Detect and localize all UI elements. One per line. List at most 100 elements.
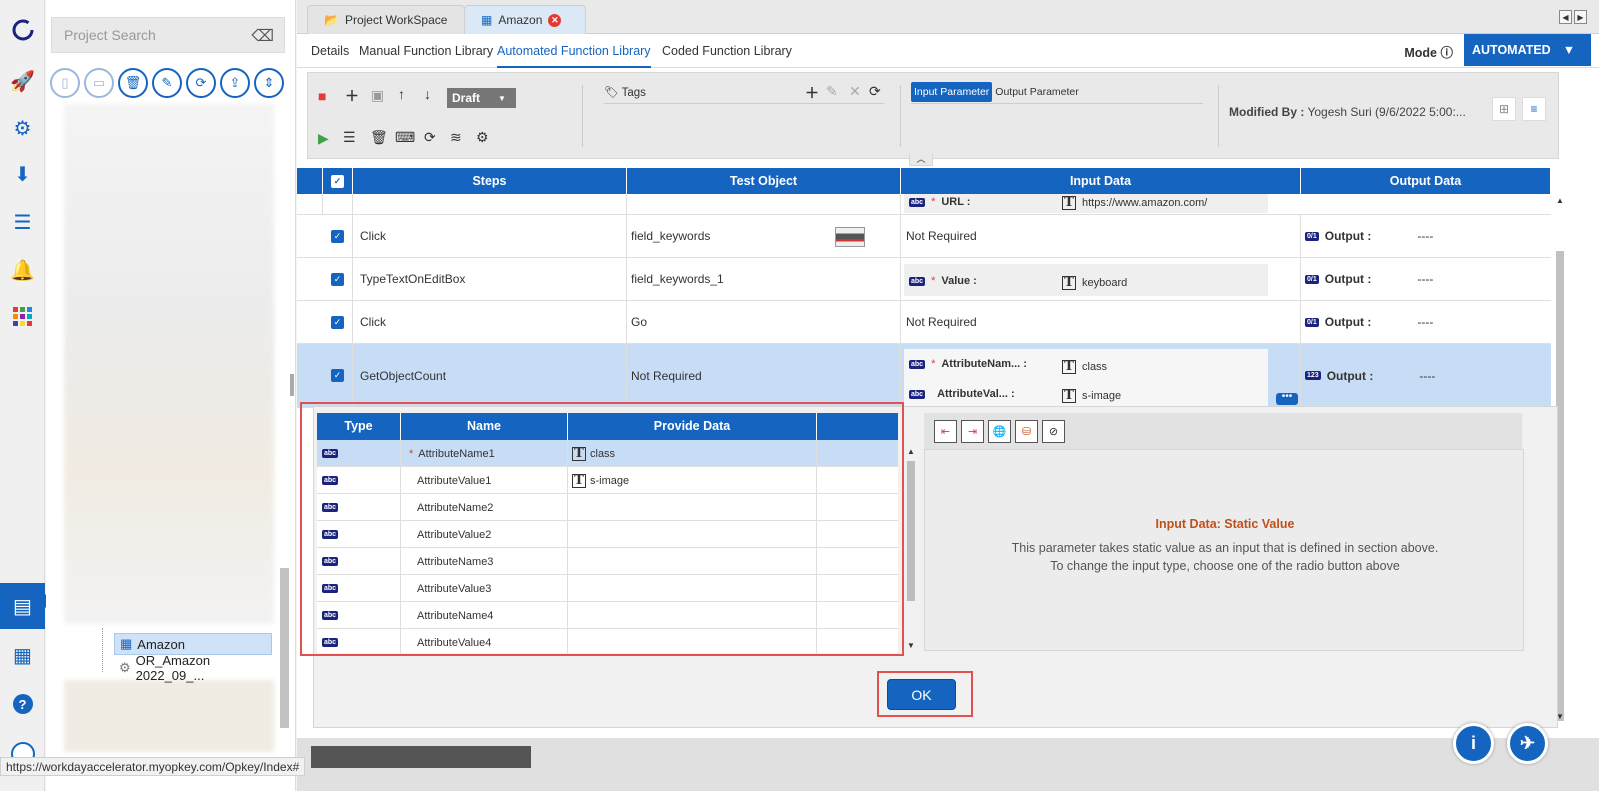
scroll-down-icon[interactable]: ▼ — [907, 641, 915, 650]
tab-coded-function-library[interactable]: Coded Function Library — [662, 34, 792, 68]
scroll-up-icon[interactable]: ▲ — [1556, 196, 1564, 205]
eraser-icon[interactable]: ⌫ — [251, 26, 274, 46]
previous-output-icon[interactable]: ⇥ — [961, 419, 984, 443]
toolbar-divider — [900, 85, 901, 147]
header-steps: Steps — [353, 168, 627, 194]
record-icon[interactable]: ■ — [318, 88, 326, 104]
header-select-all[interactable]: ✓ — [323, 168, 353, 194]
mode-dropdown[interactable]: AUTOMATED ▼ — [1464, 34, 1591, 66]
tab-amazon[interactable]: ▦ Amazon ✕ — [464, 5, 586, 34]
select-all-checkbox[interactable]: ✓ — [331, 174, 344, 188]
gears-icon[interactable]: ⚙ — [0, 110, 45, 146]
value-field[interactable]: T keyboard — [1062, 276, 1127, 290]
keyword-panel-icon[interactable]: ≡ — [1522, 97, 1546, 121]
add-tag-icon[interactable]: ＋ — [805, 83, 819, 103]
global-variable-icon[interactable]: 🌐 — [988, 419, 1011, 443]
refresh-icon[interactable]: ⟳ — [186, 68, 216, 98]
table-row[interactable]: ✓ Click Go Not Required 0/1 Output : ---… — [297, 301, 1551, 344]
modified-by-label: Modified By : — [1229, 105, 1305, 119]
table-row-selected[interactable]: ✓ GetObjectCount Not Required abc * Attr… — [297, 344, 1551, 408]
refresh-icon[interactable]: ⟳ — [424, 129, 436, 146]
layers-icon[interactable]: ≋ — [450, 129, 462, 146]
scrollbar-thumb[interactable] — [280, 568, 289, 728]
attribute-name-value[interactable]: T class — [1062, 360, 1107, 374]
move-down-icon[interactable]: ↓ — [424, 86, 431, 102]
table-row[interactable]: ✓ Click field_keywords Not Required 0/1 … — [297, 215, 1551, 258]
splitter-handle[interactable] — [290, 374, 294, 396]
abc-type-icon: abc — [909, 197, 926, 207]
parameter-table-scrollbar[interactable]: ▲ ▼ — [905, 447, 917, 655]
more-options-icon[interactable]: ••• — [1276, 392, 1298, 405]
list-icon[interactable]: ☰ — [0, 204, 45, 240]
delete-icon[interactable]: 🗑 — [370, 129, 388, 146]
attribute-value-value[interactable]: T s-image — [1062, 389, 1121, 403]
add-icon[interactable]: ＋ — [345, 86, 359, 106]
tree-item-amazon[interactable]: ▦ Amazon — [114, 633, 272, 655]
header-input-data: Input Data — [901, 168, 1301, 194]
tab-details[interactable]: Details — [311, 34, 349, 68]
edit-icon[interactable]: ✎ — [152, 68, 182, 98]
tab-output-parameter[interactable]: Output Parameter — [992, 82, 1081, 102]
project-search-input[interactable]: Project Search ⌫ — [51, 17, 285, 53]
list-view-icon[interactable]: ☰ — [343, 129, 356, 146]
data-repository-icon[interactable]: ⛁ — [1015, 419, 1038, 443]
download-icon[interactable]: ⬇ — [0, 156, 45, 192]
tab-manual-function-library[interactable]: Manual Function Library — [359, 34, 493, 68]
info-icon[interactable]: ⓘ — [1440, 46, 1453, 60]
project-scrollbar[interactable] — [280, 108, 289, 748]
rocket-icon[interactable]: 🚀 — [0, 63, 45, 99]
save-icon[interactable]: ▣ — [371, 87, 384, 104]
upload-icon[interactable]: ⇪ — [220, 68, 250, 98]
help-icon[interactable]: ? — [0, 686, 45, 722]
status-select[interactable]: Draft ▼ — [447, 88, 516, 108]
tab-scroll-left-icon[interactable]: ◀ — [1559, 10, 1572, 24]
presentation-icon[interactable]: ▤ — [0, 583, 52, 629]
table-row[interactable]: abc * URL : T https://www.amazon.com/ — [297, 194, 1551, 215]
edit-tag-icon[interactable]: ✎ — [826, 83, 838, 100]
url-value[interactable]: T https://www.amazon.com/ — [1062, 196, 1207, 210]
launch-fab-button[interactable]: ✈ — [1507, 723, 1548, 764]
run-icon[interactable]: ▶ — [318, 130, 329, 147]
open-folder-icon[interactable]: ▭ — [84, 68, 114, 98]
abc-type-icon: abc — [909, 389, 926, 399]
collapse-toolbar-icon[interactable]: ︿ — [909, 154, 933, 166]
new-file-icon[interactable]: ▯ — [50, 68, 80, 98]
hierarchy-icon[interactable]: ⊞ — [1492, 97, 1516, 121]
tab-input-parameter[interactable]: Input Parameter — [911, 82, 993, 102]
book-icon[interactable]: ▦ — [0, 637, 45, 673]
project-panel: Project Search ⌫ ▯ ▭ 🗑 ✎ ⟳ ⇪ ⇕ ▦ Amazon … — [46, 0, 296, 791]
output-label: Output : — [1324, 229, 1372, 243]
move-up-icon[interactable]: ↑ — [398, 86, 405, 102]
apps-grid-icon[interactable] — [0, 299, 45, 335]
row-checkbox[interactable]: ✓ — [331, 315, 344, 329]
remove-tag-icon[interactable]: ✕ — [849, 83, 861, 100]
header-output-data: Output Data — [1301, 168, 1551, 194]
info-fab-button[interactable]: i — [1453, 723, 1494, 764]
tree-item-object-repository[interactable]: ⚙ OR_Amazon 2022_09_... — [114, 653, 284, 683]
settings-icon[interactable]: ⚙ — [476, 129, 489, 146]
tab-automated-function-library[interactable]: Automated Function Library — [497, 34, 651, 68]
reset-icon[interactable]: ⊘ — [1042, 419, 1065, 443]
highlight-box-ok — [877, 671, 973, 717]
sort-icon[interactable]: ⇕ — [254, 68, 284, 98]
output-value: ---- — [1417, 229, 1434, 243]
row-checkbox[interactable]: ✓ — [331, 369, 344, 382]
row-checkbox[interactable]: ✓ — [331, 229, 344, 243]
keyboard-icon[interactable]: ⌨ — [395, 129, 415, 146]
tags-input-line[interactable] — [604, 103, 884, 104]
static-value-icon[interactable]: ⇤ — [934, 419, 957, 443]
scrollbar-thumb[interactable] — [907, 461, 915, 601]
row-checkbox[interactable]: ✓ — [331, 272, 344, 286]
tab-scroll-right-icon[interactable]: ▶ — [1574, 10, 1587, 24]
delete-icon[interactable]: 🗑 — [118, 68, 148, 98]
table-row[interactable]: ✓ TypeTextOnEditBox field_keywords_1 abc… — [297, 258, 1551, 301]
info-title: Input Data: Static Value — [1155, 517, 1295, 531]
tags-text: Tags — [621, 87, 646, 99]
logo-icon[interactable] — [0, 12, 45, 48]
tab-project-workspace[interactable]: 📂 Project WorkSpace — [307, 5, 465, 34]
scroll-up-icon[interactable]: ▲ — [907, 447, 915, 456]
bell-icon[interactable]: 🔔 — [0, 252, 45, 288]
output-type-icon: 0/1 — [1305, 231, 1319, 241]
close-icon[interactable]: ✕ — [548, 13, 562, 27]
refresh-tags-icon[interactable]: ⟳ — [869, 83, 881, 100]
